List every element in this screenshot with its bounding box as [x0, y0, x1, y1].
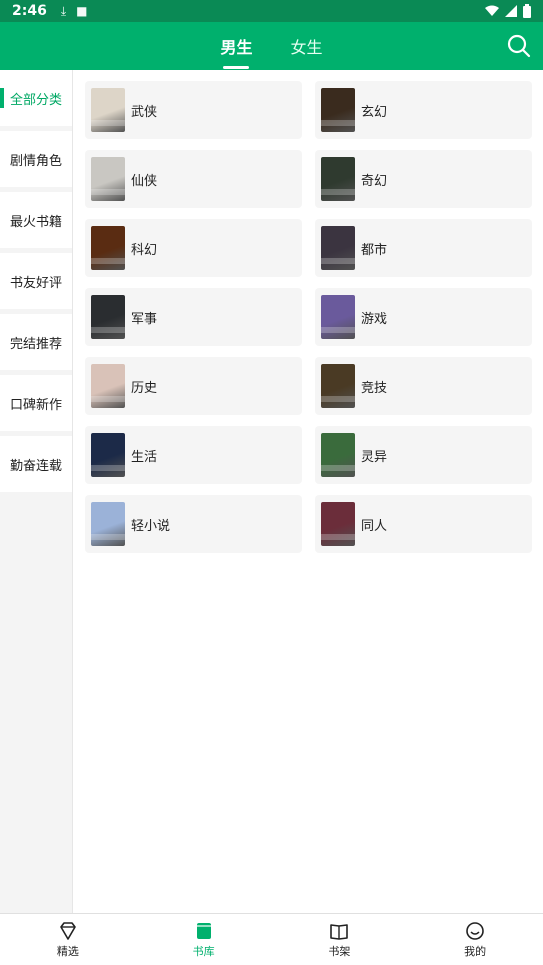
download-icon: ⤓	[60, 3, 67, 18]
nav-library-label: 书库	[192, 944, 215, 958]
category-card[interactable]: 奇幻	[315, 150, 532, 208]
category-label: 奇幻	[361, 173, 388, 189]
gender-tabs: 男生 女生	[0, 22, 543, 70]
category-label: 军事	[131, 311, 158, 327]
category-cover-image	[91, 502, 125, 546]
category-cover-image	[91, 433, 125, 477]
open-book-icon	[330, 923, 349, 940]
nav-profile-label: 我的	[464, 944, 487, 958]
category-cover-image	[91, 88, 125, 132]
app-bar: 男生 女生	[0, 22, 543, 70]
category-label: 轻小说	[131, 518, 171, 534]
category-cover-image	[321, 364, 355, 408]
category-label: 仙侠	[131, 173, 158, 189]
sidebar-item-reviews[interactable]: 书友好评	[0, 253, 72, 309]
category-card[interactable]: 游戏	[315, 288, 532, 346]
notification-icon: ■	[76, 4, 88, 18]
category-cover-image	[321, 157, 355, 201]
category-label: 武侠	[131, 104, 158, 120]
category-card[interactable]: 灵异	[315, 426, 532, 484]
status-icons	[485, 4, 531, 18]
category-label: 历史	[131, 380, 158, 396]
status-time: 2:46	[12, 3, 47, 19]
category-label: 都市	[361, 242, 388, 258]
wifi-icon	[485, 5, 499, 16]
search-icon[interactable]	[507, 34, 531, 58]
category-label: 玄幻	[361, 104, 388, 120]
category-label: 竞技	[361, 380, 388, 396]
sidebar-item-completed[interactable]: 完结推荐	[0, 314, 72, 370]
category-card[interactable]: 科幻	[85, 219, 302, 277]
category-card[interactable]: 历史	[85, 357, 302, 415]
category-cover-image	[91, 364, 125, 408]
category-cover-image	[321, 226, 355, 270]
category-cover-image	[91, 226, 125, 270]
tab-female[interactable]: 女生	[289, 34, 325, 58]
sidebar-item-serializing[interactable]: 勤奋连载	[0, 436, 72, 492]
category-cover-image	[91, 157, 125, 201]
category-sidebar: 全部分类 剧情角色 最火书籍 书友好评 完结推荐 口碑新作 勤奋连载	[0, 70, 73, 913]
category-card[interactable]: 玄幻	[315, 81, 532, 139]
smile-icon	[466, 921, 484, 940]
category-card[interactable]: 都市	[315, 219, 532, 277]
sidebar-item-plot[interactable]: 剧情角色	[0, 131, 72, 187]
category-card[interactable]: 同人	[315, 495, 532, 553]
category-cover-image	[321, 502, 355, 546]
category-cover-image	[91, 295, 125, 339]
category-cover-image	[321, 88, 355, 132]
tab-male[interactable]: 男生	[218, 34, 254, 58]
bottom-nav: 精选 书库 书架 我的	[0, 913, 543, 965]
nav-bookshelf[interactable]: 书架	[272, 914, 408, 965]
nav-featured[interactable]: 精选	[0, 914, 136, 965]
category-card[interactable]: 竞技	[315, 357, 532, 415]
nav-featured-label: 精选	[56, 944, 79, 958]
sidebar-item-hottest[interactable]: 最火书籍	[0, 192, 72, 248]
status-bar: 2:46 ⤓ ■	[0, 0, 543, 22]
book-icon	[196, 922, 211, 939]
nav-library[interactable]: 书库	[136, 914, 272, 965]
category-label: 生活	[131, 449, 158, 465]
category-cover-image	[321, 433, 355, 477]
category-label: 同人	[361, 518, 388, 534]
category-card[interactable]: 武侠	[85, 81, 302, 139]
category-label: 灵异	[361, 449, 388, 465]
sidebar-item-all[interactable]: 全部分类	[0, 70, 72, 126]
category-cover-image	[321, 295, 355, 339]
category-grid: 武侠 玄幻仙侠 奇幻科幻 都市军事 游戏历史 竞技生活 灵异轻小说 同人	[85, 81, 532, 553]
category-card[interactable]: 轻小说	[85, 495, 302, 553]
category-card[interactable]: 军事	[85, 288, 302, 346]
battery-icon	[523, 4, 531, 18]
category-label: 科幻	[131, 242, 158, 258]
sidebar-item-new[interactable]: 口碑新作	[0, 375, 72, 431]
category-card[interactable]: 生活	[85, 426, 302, 484]
signal-icon	[505, 5, 517, 17]
diamond-icon	[60, 921, 76, 940]
nav-profile[interactable]: 我的	[407, 914, 543, 965]
category-card[interactable]: 仙侠	[85, 150, 302, 208]
category-label: 游戏	[361, 311, 388, 327]
nav-bookshelf-label: 书架	[328, 944, 351, 958]
